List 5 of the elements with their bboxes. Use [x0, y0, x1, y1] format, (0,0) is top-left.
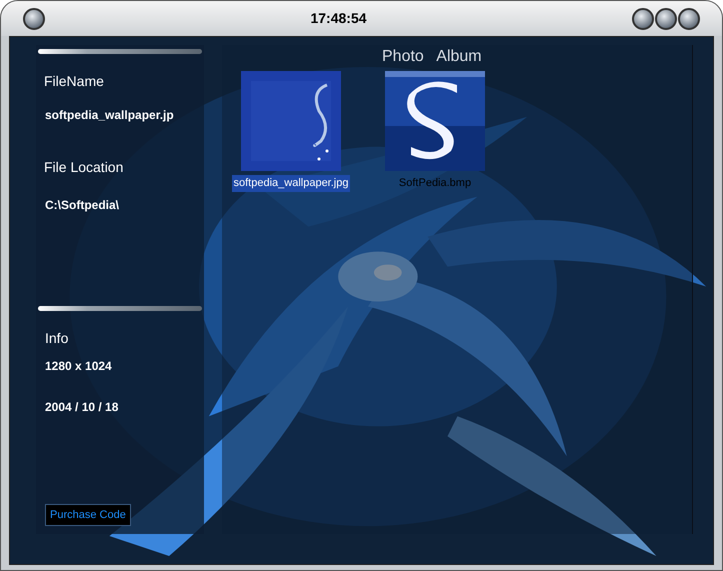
minimize-button[interactable]: [632, 8, 654, 30]
close-button[interactable]: [678, 8, 700, 30]
menu-button[interactable]: [23, 8, 45, 30]
maximize-button[interactable]: [655, 8, 677, 30]
clock: 17:48:54: [310, 9, 367, 28]
